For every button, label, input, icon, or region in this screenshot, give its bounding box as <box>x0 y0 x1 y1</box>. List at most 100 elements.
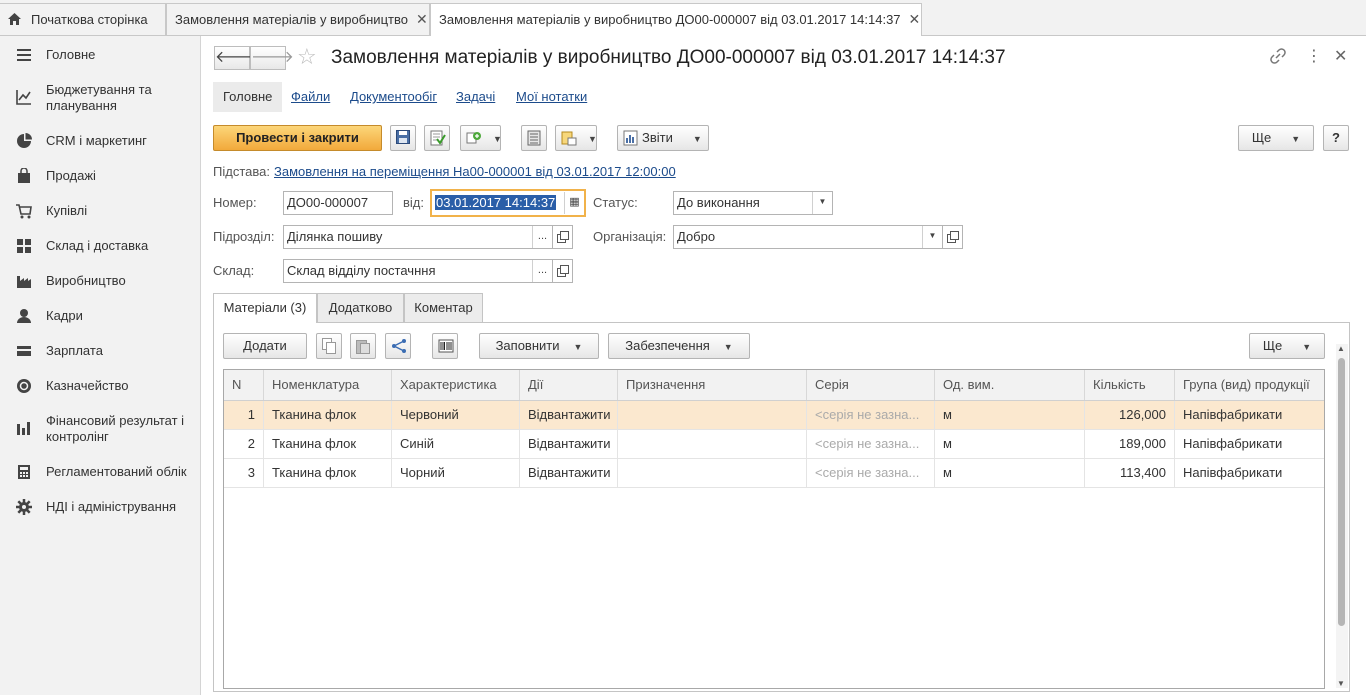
column-header[interactable]: Призначення <box>618 370 807 400</box>
create-based-on-button[interactable]: ▼ <box>460 125 502 151</box>
tab-comment[interactable]: Коментар <box>404 293 483 322</box>
action-cell[interactable]: Відвантажити <box>520 459 618 487</box>
open-organization-button[interactable] <box>943 225 963 249</box>
column-header[interactable]: Номенклатура <box>264 370 392 400</box>
purpose-cell[interactable] <box>618 459 807 487</box>
tab-materials[interactable]: Матеріали (3) <box>213 293 317 323</box>
open-warehouse-button[interactable] <box>553 259 573 283</box>
action-cell[interactable]: Відвантажити <box>520 401 618 429</box>
characteristic-cell[interactable]: Червоний <box>392 401 520 429</box>
sidebar-item-warehouse[interactable]: Склад і доставка <box>0 237 200 257</box>
post-and-close-button[interactable]: Провести і закрити <box>213 125 382 151</box>
scrollbar-thumb[interactable] <box>1338 358 1345 626</box>
sidebar-item-regulated-accounting[interactable]: Регламентований облік <box>0 463 200 483</box>
characteristic-cell[interactable]: Синій <box>392 430 520 458</box>
nomenclature-cell[interactable]: Тканина флок <box>264 430 392 458</box>
tab-notes[interactable]: Мої нотатки <box>516 82 587 112</box>
sidebar-item-treasury[interactable]: Казначейство <box>0 377 200 397</box>
post-button[interactable] <box>424 125 450 151</box>
sidebar-item-financial-result[interactable]: Фінансовий результат і контролінг <box>0 412 200 446</box>
provision-button[interactable]: Забезпечення ▼ <box>608 333 750 359</box>
table-more-button[interactable]: Ще ▼ <box>1249 333 1325 359</box>
purpose-cell[interactable] <box>618 401 807 429</box>
forward-button[interactable]: 🡒 <box>250 46 294 70</box>
save-button[interactable] <box>390 125 416 151</box>
favorite-star-icon[interactable]: ☆ <box>297 45 317 69</box>
warehouse-field[interactable]: Склад відділу постачння ... <box>283 259 553 283</box>
status-select[interactable]: До виконання ▼ <box>673 191 833 215</box>
tab-current-document[interactable]: Замовлення матеріалів у виробництво ДО00… <box>430 3 922 36</box>
tab-home[interactable]: Початкова сторінка <box>0 3 166 35</box>
number-field[interactable]: ДО00-000007 <box>283 191 393 215</box>
journal-button[interactable] <box>521 125 547 151</box>
select-ellipsis-button[interactable]: ... <box>532 226 552 248</box>
calendar-icon[interactable]: ▦ <box>564 192 584 214</box>
sidebar-item-budgeting[interactable]: Бюджетування та планування <box>0 81 200 115</box>
add-row-button[interactable]: Додати <box>223 333 307 359</box>
chevron-down-icon[interactable]: ▼ <box>812 192 832 214</box>
close-icon[interactable]: ✕ <box>416 11 428 27</box>
split-row-button[interactable] <box>385 333 411 359</box>
scroll-down-icon[interactable]: ▼ <box>1337 679 1345 688</box>
column-header[interactable]: Характеристика <box>392 370 520 400</box>
sidebar-item-crm[interactable]: CRM і маркетинг <box>0 132 200 152</box>
column-header[interactable]: N <box>224 370 264 400</box>
materials-table[interactable]: N Номенклатура Характеристика Дії Призна… <box>223 369 1325 689</box>
series-cell[interactable]: <серія не зазна... <box>807 430 935 458</box>
vertical-scrollbar[interactable]: ▲ ▼ <box>1336 344 1348 688</box>
tab-additional[interactable]: Додатково <box>317 293 404 322</box>
nomenclature-cell[interactable]: Тканина флок <box>264 401 392 429</box>
column-header[interactable]: Од. вим. <box>935 370 1085 400</box>
back-button[interactable]: 🡐 <box>214 46 258 70</box>
help-button[interactable]: ? <box>1323 125 1349 151</box>
sidebar-item-main[interactable]: Головне <box>0 46 200 66</box>
organization-field[interactable]: Добро ▼ <box>673 225 943 249</box>
date-field[interactable]: 03.01.2017 14:14:37 ▦ <box>430 189 586 217</box>
sidebar-item-sales[interactable]: Продажі <box>0 167 200 187</box>
scroll-up-icon[interactable]: ▲ <box>1337 344 1345 353</box>
more-vertical-icon[interactable]: ⋮ <box>1306 48 1322 66</box>
product-group-cell[interactable]: Напівфабрикати <box>1175 430 1324 458</box>
tab-files[interactable]: Файли <box>291 82 330 112</box>
characteristic-cell[interactable]: Чорний <box>392 459 520 487</box>
sidebar-item-hr[interactable]: Кадри <box>0 307 200 327</box>
action-cell[interactable]: Відвантажити <box>520 430 618 458</box>
select-ellipsis-button[interactable]: ... <box>532 260 552 282</box>
chevron-down-icon[interactable]: ▼ <box>922 226 942 248</box>
quantity-cell[interactable]: 189,000 <box>1085 430 1175 458</box>
table-row[interactable]: 3 Тканина флок Чорний Відвантажити <сері… <box>224 459 1324 488</box>
series-cell[interactable]: <серія не зазна... <box>807 401 935 429</box>
basis-link[interactable]: Замовлення на переміщення На00-000001 ві… <box>274 163 676 181</box>
purpose-cell[interactable] <box>618 430 807 458</box>
sidebar-item-purchases[interactable]: Купівлі <box>0 202 200 222</box>
table-row[interactable]: 2 Тканина флок Синій Відвантажити <серія… <box>224 430 1324 459</box>
column-header[interactable]: Дії <box>520 370 618 400</box>
tab-workflow[interactable]: Документообіг <box>350 82 437 112</box>
close-icon[interactable]: ✕ <box>1334 48 1347 66</box>
fill-button[interactable]: Заповнити ▼ <box>479 333 599 359</box>
more-button[interactable]: Ще ▼ <box>1238 125 1314 151</box>
quantity-cell[interactable]: 126,000 <box>1085 401 1175 429</box>
tab-tasks[interactable]: Задачі <box>456 82 495 112</box>
open-division-button[interactable] <box>553 225 573 249</box>
quantity-cell[interactable]: 113,400 <box>1085 459 1175 487</box>
barcode-button[interactable] <box>432 333 458 359</box>
paste-button[interactable] <box>350 333 376 359</box>
copy-row-button[interactable] <box>316 333 342 359</box>
column-header[interactable]: Група (вид) продукції <box>1175 370 1324 400</box>
column-header[interactable]: Серія <box>807 370 935 400</box>
division-field[interactable]: Ділянка пошиву ... <box>283 225 553 249</box>
unit-cell[interactable]: м <box>935 430 1085 458</box>
reports-button[interactable]: Звіти ▼ <box>617 125 709 151</box>
sidebar-item-salary[interactable]: Зарплата <box>0 342 200 362</box>
link-icon[interactable] <box>1270 48 1286 69</box>
table-row[interactable]: 1 Тканина флок Червоний Відвантажити <се… <box>224 401 1324 430</box>
tab-main[interactable]: Головне <box>213 82 283 112</box>
sidebar-item-administration[interactable]: НДІ і адміністрування <box>0 498 200 518</box>
unit-cell[interactable]: м <box>935 459 1085 487</box>
tab-orders-list[interactable]: Замовлення матеріалів у виробництво ✕ <box>166 3 430 35</box>
column-header[interactable]: Кількість <box>1085 370 1175 400</box>
unit-cell[interactable]: м <box>935 401 1085 429</box>
nomenclature-cell[interactable]: Тканина флок <box>264 459 392 487</box>
print-button[interactable]: ▼ <box>555 125 597 151</box>
